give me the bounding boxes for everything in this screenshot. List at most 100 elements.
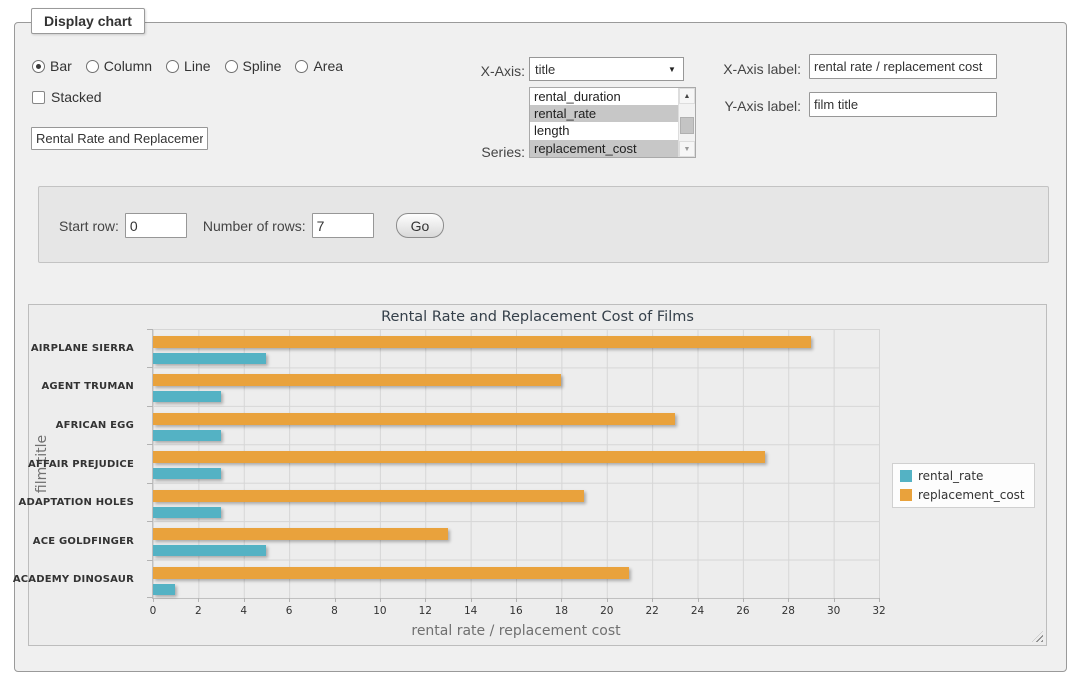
chart-x-axis-title: rental rate / replacement cost: [152, 623, 880, 639]
bar-group-ace-goldfinger: [153, 521, 879, 559]
x-axis-tick: [425, 598, 426, 602]
series-option-rental_rate[interactable]: rental_rate: [530, 105, 678, 122]
x-axis-tick: [153, 598, 154, 602]
x-axis-tick: [561, 598, 562, 602]
x-axis-tick-label: 0: [150, 605, 157, 617]
y-axis-label-input[interactable]: [809, 92, 997, 117]
radio-icon[interactable]: [86, 60, 99, 73]
go-button[interactable]: Go: [396, 213, 445, 238]
panel-legend: Display chart: [31, 8, 145, 34]
x-axis-tick-label: 22: [645, 605, 658, 617]
legend-item-replacement_cost[interactable]: replacement_cost: [900, 488, 1025, 502]
category-label: ACE GOLDFINGER: [49, 522, 143, 561]
start-row-input[interactable]: [125, 213, 187, 238]
radio-label: Bar: [50, 58, 72, 74]
bar-rental_rate[interactable]: [153, 353, 266, 364]
stacked-label: Stacked: [51, 89, 102, 105]
category-label: ACADEMY DINOSAUR: [49, 560, 143, 599]
x-axis-tick-label: 26: [736, 605, 749, 617]
x-axis-label-input[interactable]: [809, 54, 997, 79]
bar-replacement_cost[interactable]: [153, 413, 675, 425]
radio-icon[interactable]: [225, 60, 238, 73]
bar-replacement_cost[interactable]: [153, 451, 765, 463]
chart-type-radio-column[interactable]: Column: [86, 58, 152, 74]
bar-group-african-egg: [153, 406, 879, 444]
bar-replacement_cost[interactable]: [153, 336, 811, 348]
x-axis-tick: [743, 598, 744, 602]
x-axis-tick: [380, 598, 381, 602]
radio-icon[interactable]: [166, 60, 179, 73]
radio-icon[interactable]: [32, 60, 45, 73]
display-chart-panel: Display chart BarColumnLineSplineArea St…: [14, 22, 1067, 672]
x-axis-tick: [198, 598, 199, 602]
chart-type-radio-area[interactable]: Area: [295, 58, 343, 74]
chart-type-radio-line[interactable]: Line: [166, 58, 210, 74]
stacked-checkbox[interactable]: [32, 91, 45, 104]
bar-replacement_cost[interactable]: [153, 528, 448, 540]
y-axis-tick: [147, 560, 153, 561]
bar-rental_rate[interactable]: [153, 545, 266, 556]
bar-rental_rate[interactable]: [153, 507, 221, 518]
y-axis-label-label: Y-Axis label:: [675, 98, 801, 114]
series-option-length[interactable]: length: [530, 122, 678, 139]
x-axis-tick-label: 2: [195, 605, 202, 617]
x-axis-tick-label: 28: [782, 605, 795, 617]
x-axis-label-label: X-Axis label:: [675, 61, 801, 77]
x-axis-tick-label: 10: [373, 605, 386, 617]
bar-group-airplane-sierra: [153, 329, 879, 367]
x-axis-tick-label: 6: [286, 605, 293, 617]
bar-group-adaptation-holes: [153, 483, 879, 521]
chart-type-radio-group: Bar Column Line Spline Area: [32, 58, 343, 74]
y-axis-tick: [147, 367, 153, 368]
x-axis-select[interactable]: title ▼: [529, 57, 684, 81]
scrollbar-thumb[interactable]: [680, 117, 694, 134]
x-axis-tick-label: 12: [419, 605, 432, 617]
series-option-rental_duration[interactable]: rental_duration: [530, 88, 678, 105]
x-axis-tick: [652, 598, 653, 602]
radio-icon[interactable]: [295, 60, 308, 73]
x-axis-tick-label: 24: [691, 605, 704, 617]
category-label: AIRPLANE SIERRA: [49, 329, 143, 368]
chart-type-radio-spline[interactable]: Spline: [225, 58, 282, 74]
bar-rental_rate[interactable]: [153, 430, 221, 441]
start-row-label: Start row:: [59, 218, 119, 234]
number-of-rows-input[interactable]: [312, 213, 374, 238]
x-axis-tick-label: 14: [464, 605, 477, 617]
chart-title: Rental Rate and Replacement Cost of Film…: [29, 309, 1046, 325]
bar-replacement_cost[interactable]: [153, 490, 584, 502]
x-axis-tick: [834, 598, 835, 602]
bar-rental_rate[interactable]: [153, 391, 221, 402]
category-label: AFFAIR PREJUDICE: [49, 445, 143, 484]
series-multiselect[interactable]: rental_durationrental_ratelengthreplacem…: [529, 87, 696, 158]
resize-handle-icon[interactable]: [1032, 631, 1043, 642]
x-axis-tick: [471, 598, 472, 602]
bar-group-affair-prejudice: [153, 444, 879, 482]
radio-label: Column: [104, 58, 152, 74]
scroll-down-icon[interactable]: ▼: [679, 141, 695, 157]
x-axis-tick-label: 20: [600, 605, 613, 617]
stacked-option[interactable]: Stacked: [32, 89, 102, 105]
x-axis-tick-label: 8: [331, 605, 338, 617]
legend-swatch-icon: [900, 470, 912, 482]
y-axis-tick: [147, 406, 153, 407]
chart-title-input[interactable]: [31, 127, 208, 150]
legend-item-rental_rate[interactable]: rental_rate: [900, 469, 1025, 483]
chart-type-radio-bar[interactable]: Bar: [32, 58, 72, 74]
x-axis-tick-label: 18: [555, 605, 568, 617]
y-axis-tick: [147, 521, 153, 522]
series-option-replacement_cost[interactable]: replacement_cost: [530, 140, 678, 157]
x-axis-tick-label: 30: [827, 605, 840, 617]
chart-legend[interactable]: rental_rate replacement_cost: [892, 463, 1035, 508]
bar-group-agent-truman: [153, 367, 879, 405]
x-axis-tick: [607, 598, 608, 602]
legend-swatch-icon: [900, 489, 912, 501]
bar-replacement_cost[interactable]: [153, 567, 629, 579]
y-axis-tick: [147, 483, 153, 484]
radio-label: Spline: [243, 58, 282, 74]
bar-rental_rate[interactable]: [153, 584, 175, 595]
bar-rental_rate[interactable]: [153, 468, 221, 479]
bar-replacement_cost[interactable]: [153, 374, 561, 386]
bar-group-academy-dinosaur: [153, 560, 879, 598]
series-select-label: Series:: [435, 144, 525, 160]
x-axis-tick: [244, 598, 245, 602]
